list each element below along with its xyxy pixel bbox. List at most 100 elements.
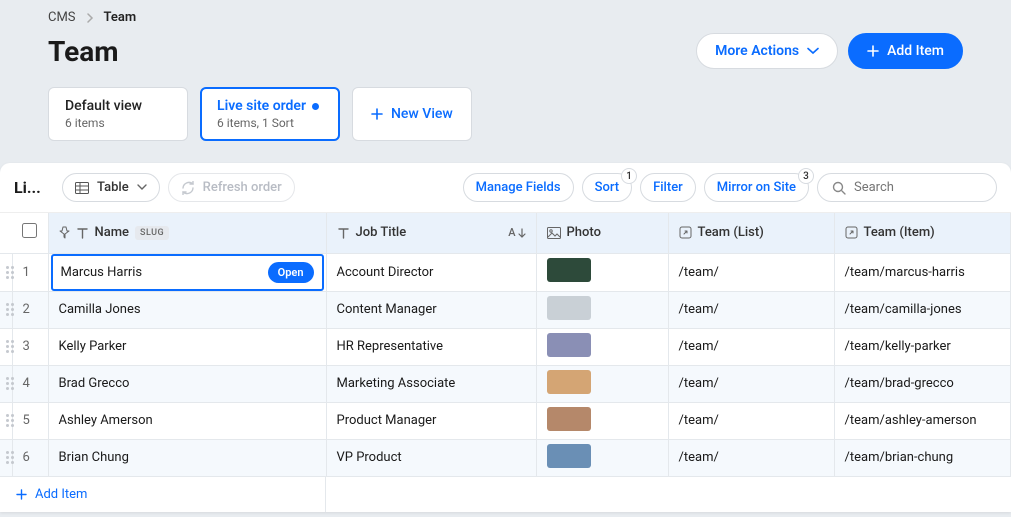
add-item-row-button[interactable]: Add Item: [0, 477, 326, 512]
photo-thumbnail: [547, 333, 591, 357]
manage-fields-button[interactable]: Manage Fields: [463, 173, 574, 202]
mirror-on-site-button[interactable]: Mirror on Site 3: [704, 173, 809, 202]
display-mode-dropdown[interactable]: Table: [62, 173, 160, 202]
drag-handle[interactable]: [0, 253, 12, 291]
cell-job: Product Manager: [326, 402, 536, 439]
sort-button[interactable]: Sort 1: [582, 173, 633, 202]
row-index: 3: [12, 328, 48, 365]
photo-thumbnail: [547, 407, 591, 431]
add-item-button[interactable]: Add Item: [848, 33, 963, 69]
column-job-title[interactable]: Job Title A: [326, 213, 536, 253]
name-text: Marcus Harris: [61, 265, 143, 280]
plus-icon: [371, 108, 383, 120]
link-icon: [679, 226, 692, 239]
table-icon: [75, 182, 89, 194]
cell-job: VP Product: [326, 439, 536, 476]
photo-thumbnail: [547, 370, 591, 394]
image-icon: [547, 227, 561, 239]
name-text: Camilla Jones: [59, 302, 141, 317]
col-label: Job Title: [356, 225, 407, 240]
row-index: 5: [12, 402, 48, 439]
refresh-label: Refresh order: [203, 180, 282, 195]
filter-button[interactable]: Filter: [640, 173, 696, 202]
column-team-item[interactable]: Team (Item): [834, 213, 1011, 253]
name-text: Kelly Parker: [59, 339, 127, 354]
table-row[interactable]: 5Ashley AmersonProduct Manager/team//tea…: [0, 402, 1011, 439]
cell-team-list: /team/: [668, 365, 834, 402]
cell-team-list: /team/: [668, 291, 834, 328]
new-view-label: New View: [391, 106, 453, 122]
table-row[interactable]: 1 Marcus Harris Open Account Director/team/…: [0, 253, 1011, 291]
link-icon: [845, 226, 858, 239]
column-team-list[interactable]: Team (List): [668, 213, 834, 253]
cell-name[interactable]: Brian Chung: [48, 439, 326, 476]
drag-handle[interactable]: [0, 402, 12, 439]
cell-photo[interactable]: [536, 253, 668, 291]
cell-photo[interactable]: [536, 439, 668, 476]
table-row[interactable]: 6Brian ChungVP Product/team//team/brian-…: [0, 439, 1011, 476]
view-live-site-order[interactable]: Live site order 6 items, 1 Sort: [200, 87, 340, 141]
drag-handle[interactable]: [0, 439, 12, 476]
table-row[interactable]: 2Camilla JonesContent Manager/team//team…: [0, 291, 1011, 328]
cell-photo[interactable]: [536, 328, 668, 365]
view-default[interactable]: Default view 6 items: [48, 87, 188, 141]
col-label: Team (List): [698, 225, 764, 240]
name-text: Brad Grecco: [59, 376, 130, 391]
name-text: Brian Chung: [59, 450, 129, 465]
search-input[interactable]: [854, 180, 982, 195]
refresh-order-button: Refresh order: [168, 173, 295, 202]
cell-photo[interactable]: [536, 291, 668, 328]
cell-photo[interactable]: [536, 402, 668, 439]
column-name[interactable]: Name SLUG: [48, 213, 326, 253]
drag-handle[interactable]: [0, 328, 12, 365]
active-dot-icon: [312, 103, 319, 110]
add-item-label: Add Item: [887, 43, 944, 59]
refresh-icon: [181, 181, 195, 195]
search-box[interactable]: [817, 173, 997, 202]
cell-photo[interactable]: [536, 365, 668, 402]
open-item-button[interactable]: Open: [268, 262, 314, 283]
view-sub: 6 items, 1 Sort: [217, 116, 323, 130]
cell-job: Account Director: [326, 253, 536, 291]
table-row[interactable]: 4Brad GreccoMarketing Associate/team//te…: [0, 365, 1011, 402]
row-index: 2: [12, 291, 48, 328]
cell-team-list: /team/: [668, 253, 834, 291]
cell-name[interactable]: Camilla Jones: [48, 291, 326, 328]
cell-job: Marketing Associate: [326, 365, 536, 402]
select-all-checkbox[interactable]: [22, 223, 37, 238]
view-name: Live site order: [217, 98, 306, 114]
cell-team-item: /team/brian-chung: [834, 439, 1011, 476]
breadcrumb-root[interactable]: CMS: [48, 10, 76, 25]
col-label: Photo: [567, 225, 601, 240]
cell-team-item: /team/kelly-parker: [834, 328, 1011, 365]
chevron-right-icon: [86, 13, 94, 23]
cell-team-item: /team/camilla-jones: [834, 291, 1011, 328]
cell-name[interactable]: Ashley Amerson: [48, 402, 326, 439]
more-actions-button[interactable]: More Actions: [696, 33, 838, 69]
cell-team-item: /team/ashley-amerson: [834, 402, 1011, 439]
chevron-down-icon: [137, 184, 147, 191]
breadcrumb-current: Team: [104, 10, 137, 25]
table-row[interactable]: 3 Kelly Parker HR Representative/team//tea…: [0, 328, 1011, 365]
row-index: 1: [12, 253, 48, 291]
new-view-button[interactable]: New View: [352, 87, 472, 141]
sort-label: Sort: [595, 180, 620, 195]
cell-team-list: /team/: [668, 328, 834, 365]
slug-badge: SLUG: [135, 226, 169, 240]
cell-team-list: /team/: [668, 439, 834, 476]
plus-icon: [867, 45, 879, 57]
breadcrumb: CMS Team: [48, 10, 963, 25]
name-text: Ashley Amerson: [59, 413, 153, 428]
cell-job: HR Representative: [326, 328, 536, 365]
view-sub: 6 items: [65, 116, 171, 130]
cell-name[interactable]: Brad Grecco: [48, 365, 326, 402]
sort-count-badge: 1: [621, 168, 637, 184]
page-title: Team: [48, 35, 118, 68]
cell-name[interactable]: Kelly Parker: [48, 328, 326, 365]
drag-handle[interactable]: [0, 365, 12, 402]
manage-fields-label: Manage Fields: [476, 180, 561, 195]
col-label: Team (Item): [864, 225, 935, 240]
cell-name[interactable]: Marcus Harris Open: [48, 253, 326, 291]
drag-handle[interactable]: [0, 291, 12, 328]
column-photo[interactable]: Photo: [536, 213, 668, 253]
